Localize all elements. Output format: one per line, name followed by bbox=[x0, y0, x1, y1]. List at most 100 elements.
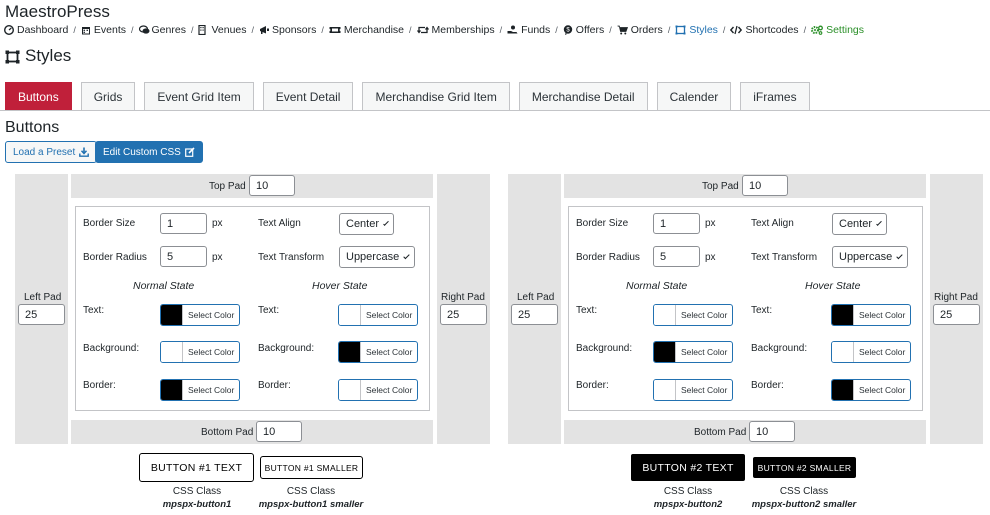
nav-separator: / bbox=[667, 25, 671, 35]
nav-venues[interactable]: Venues bbox=[198, 24, 247, 36]
chevron-down-icon bbox=[383, 219, 389, 226]
nav-events[interactable]: Events bbox=[81, 24, 126, 36]
nav-merchandise[interactable]: Merchandise bbox=[329, 24, 404, 36]
tab-merchandise-grid-item[interactable]: Merchandise Grid Item bbox=[362, 82, 510, 111]
normal-background-color-picker[interactable]: Select Color bbox=[160, 341, 240, 363]
text-transform-value: Uppercase bbox=[346, 251, 400, 263]
text-transform-label: Text Transform bbox=[751, 252, 818, 263]
nav-label: Orders bbox=[630, 24, 663, 36]
button1-preview[interactable]: BUTTON #1 TEXT bbox=[139, 453, 254, 482]
top-pad-input[interactable] bbox=[742, 175, 788, 196]
normal-border-color-picker[interactable]: Select Color bbox=[653, 379, 733, 401]
chevron-down-icon bbox=[403, 252, 410, 259]
tab-bar: Buttons Grids Event Grid Item Event Deta… bbox=[5, 82, 819, 111]
border-radius-input[interactable] bbox=[160, 246, 207, 267]
nav-label: Memberships bbox=[431, 24, 495, 36]
hand-money-icon bbox=[507, 25, 518, 35]
text-align-value: Center bbox=[839, 218, 873, 230]
nav-sponsors[interactable]: Sponsors bbox=[259, 24, 316, 36]
hover-text-label: Text: bbox=[751, 305, 773, 316]
normal-border-label: Border: bbox=[576, 380, 609, 391]
hover-state-heading: Hover State bbox=[312, 280, 368, 292]
border-size-input[interactable] bbox=[160, 213, 207, 234]
normal-text-color-picker[interactable]: Select Color bbox=[653, 304, 733, 326]
top-pad-input[interactable] bbox=[249, 175, 295, 196]
css-class-label: CSS Class bbox=[779, 486, 829, 497]
button2-smaller-preview[interactable]: BUTTON #2 SMALLER bbox=[752, 456, 857, 479]
bottom-pad-input[interactable] bbox=[749, 421, 795, 442]
tab-calender[interactable]: Calender bbox=[656, 82, 732, 111]
border-radius-label: Border Radius bbox=[576, 252, 640, 263]
tab-iframes[interactable]: iFrames bbox=[740, 82, 810, 111]
normal-border-label: Border: bbox=[83, 380, 116, 391]
hover-border-color-picker[interactable]: Select Color bbox=[831, 379, 911, 401]
nav-funds[interactable]: Funds bbox=[507, 24, 550, 36]
left-pad-input[interactable] bbox=[511, 304, 558, 325]
download-icon bbox=[79, 147, 90, 157]
nav-label: Events bbox=[93, 24, 126, 36]
nav-separator: / bbox=[251, 25, 255, 35]
normal-background-color-picker[interactable]: Select Color bbox=[653, 341, 733, 363]
tab-merchandise-detail[interactable]: Merchandise Detail bbox=[518, 82, 648, 111]
normal-text-color-picker[interactable]: Select Color bbox=[160, 304, 240, 326]
tab-buttons[interactable]: Buttons bbox=[5, 82, 72, 111]
ticket-icon bbox=[329, 25, 341, 35]
tab-grids[interactable]: Grids bbox=[80, 82, 136, 111]
nav-shortcodes[interactable]: Shortcodes bbox=[730, 24, 799, 36]
tab-event-grid-item[interactable]: Event Grid Item bbox=[144, 82, 254, 111]
nav-genres[interactable]: Genres bbox=[138, 24, 186, 36]
border-radius-input[interactable] bbox=[653, 246, 700, 267]
tabs-divider bbox=[0, 110, 990, 111]
hover-background-color-picker[interactable]: Select Color bbox=[831, 341, 911, 363]
normal-border-color-picker[interactable]: Select Color bbox=[160, 379, 240, 401]
top-pad-label: Top Pad bbox=[209, 181, 246, 192]
hover-background-color-picker[interactable]: Select Color bbox=[338, 341, 418, 363]
right-pad-input[interactable] bbox=[440, 304, 487, 325]
load-preset-button[interactable]: Load a Preset bbox=[5, 141, 98, 163]
dashboard-icon bbox=[3, 24, 15, 36]
text-align-label: Text Align bbox=[751, 218, 794, 229]
nav-orders[interactable]: Orders bbox=[617, 24, 663, 36]
nav-dashboard[interactable]: Dashboard bbox=[3, 24, 68, 36]
building-icon bbox=[198, 24, 208, 36]
normal-background-label: Background: bbox=[576, 343, 633, 354]
nav-memberships[interactable]: Memberships bbox=[416, 24, 495, 36]
normal-state-heading: Normal State bbox=[133, 280, 195, 292]
color-swatch bbox=[832, 305, 854, 325]
tab-event-detail[interactable]: Event Detail bbox=[262, 82, 354, 111]
text-transform-select[interactable]: Uppercase bbox=[832, 246, 908, 268]
text-align-select[interactable]: Center bbox=[832, 213, 887, 235]
hover-text-color-picker[interactable]: Select Color bbox=[831, 304, 911, 326]
right-pad-input[interactable] bbox=[933, 304, 980, 325]
px-unit: px bbox=[705, 218, 716, 229]
button1-smaller-preview[interactable]: BUTTON #1 SMALLER bbox=[260, 456, 363, 479]
hover-text-color-picker[interactable]: Select Color bbox=[338, 304, 418, 326]
button2-preview[interactable]: BUTTON #2 TEXT bbox=[630, 453, 746, 482]
style-settings-box: Border Size px Text Align Center Border … bbox=[75, 206, 430, 411]
nav-settings[interactable]: Settings bbox=[811, 24, 864, 36]
text-align-select[interactable]: Center bbox=[339, 213, 394, 235]
left-pad-input[interactable] bbox=[18, 304, 65, 325]
select-color-label: Select Color bbox=[366, 347, 413, 357]
px-unit: px bbox=[212, 218, 223, 229]
border-size-input[interactable] bbox=[653, 213, 700, 234]
edit-custom-css-button[interactable]: Edit Custom CSS bbox=[95, 141, 203, 163]
select-color-label: Select Color bbox=[859, 385, 906, 395]
select-color-label: Select Color bbox=[366, 310, 413, 320]
border-radius-label: Border Radius bbox=[83, 252, 147, 263]
page-title-text: Styles bbox=[25, 46, 72, 65]
select-color-label: Select Color bbox=[366, 385, 413, 395]
button2-config-panel: Left Pad Top Pad Right Pad Bottom Pad Bo… bbox=[508, 174, 983, 444]
nav-separator: / bbox=[131, 25, 134, 35]
bottom-pad-input[interactable] bbox=[256, 421, 302, 442]
color-swatch bbox=[161, 342, 183, 362]
left-pad-label: Left Pad bbox=[24, 292, 62, 303]
color-swatch bbox=[654, 305, 676, 325]
nav-offers[interactable]: $ Offers bbox=[563, 24, 604, 36]
hover-border-label: Border: bbox=[258, 380, 291, 391]
select-color-label: Select Color bbox=[188, 310, 235, 320]
text-transform-select[interactable]: Uppercase bbox=[339, 246, 415, 268]
css-class-name: mpspx-button1 smaller bbox=[258, 499, 364, 510]
hover-border-color-picker[interactable]: Select Color bbox=[338, 379, 418, 401]
nav-styles[interactable]: Styles bbox=[675, 24, 718, 36]
